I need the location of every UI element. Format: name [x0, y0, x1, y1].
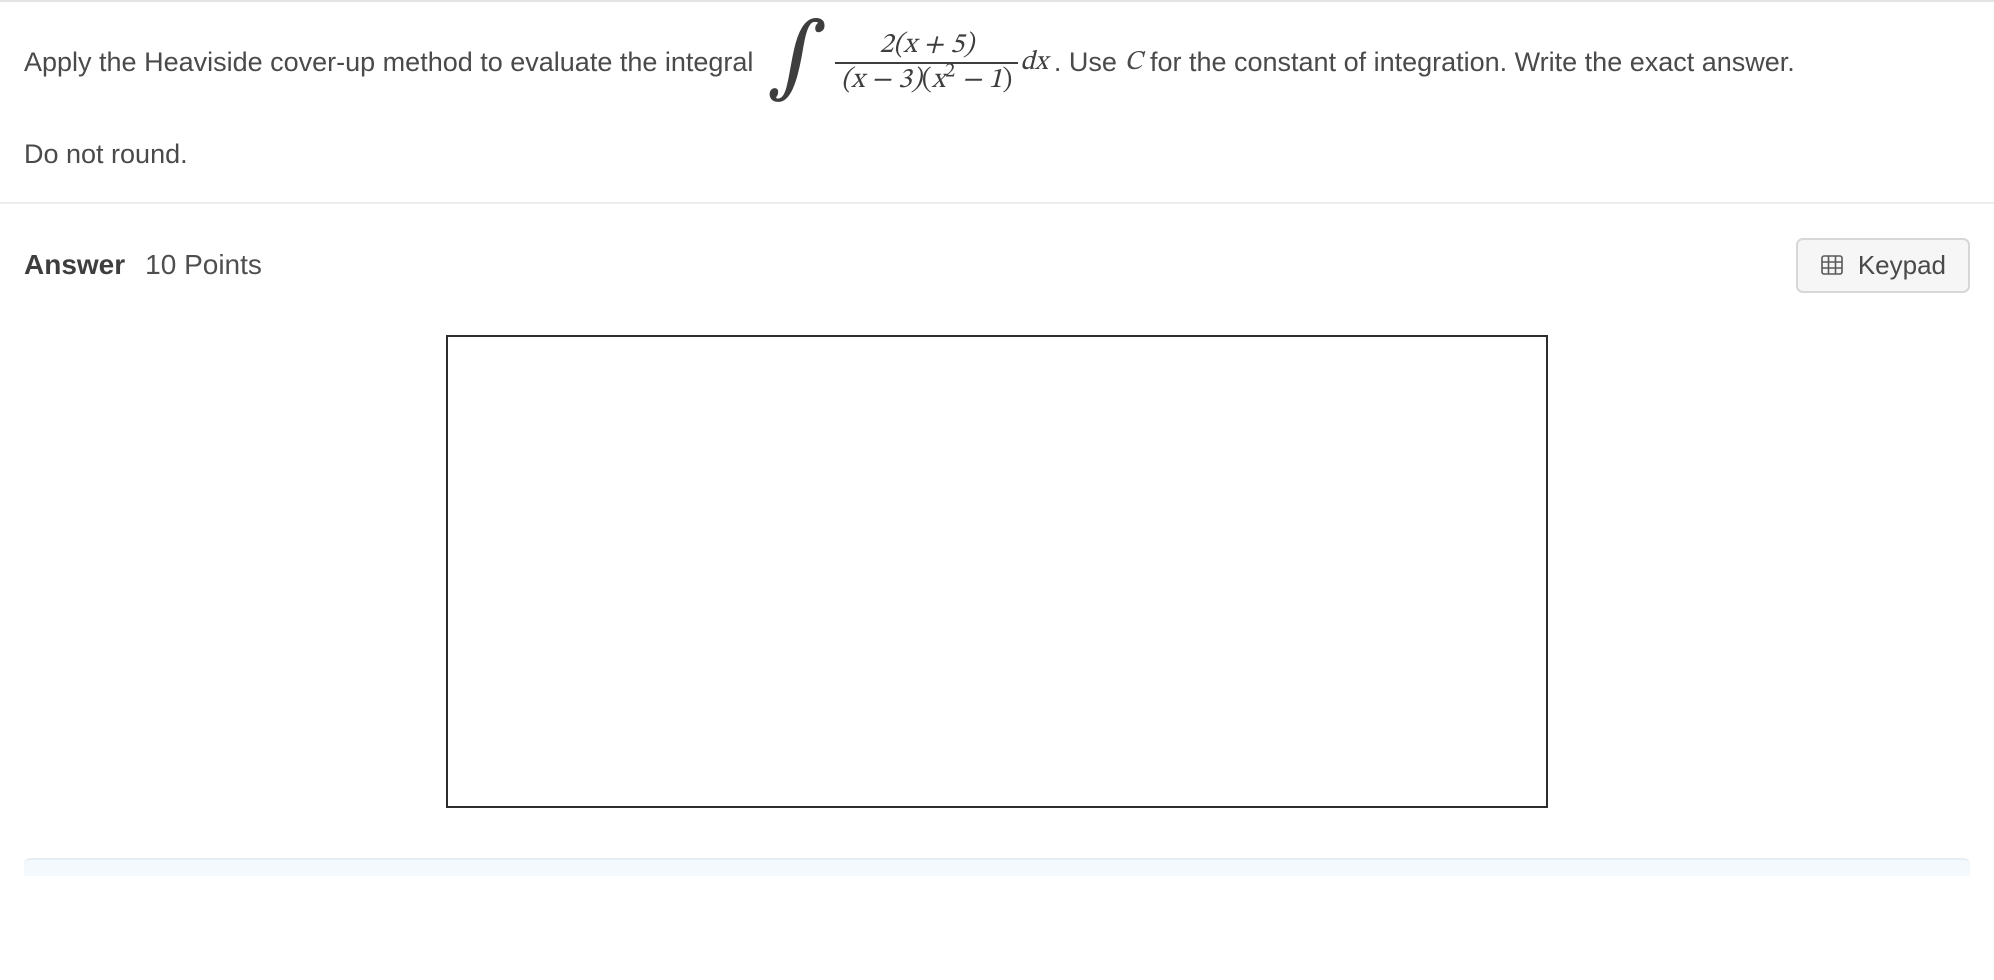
question-lead: Apply the Heaviside cover-up method to e… — [24, 44, 761, 82]
question-after-1: . Use — [1054, 44, 1125, 82]
constant-C: C — [1124, 44, 1142, 82]
answer-input[interactable] — [446, 335, 1548, 808]
keypad-button-label: Keypad — [1858, 250, 1946, 281]
fraction-denominator: (x − 3)(x2 − 1) — [835, 62, 1018, 95]
integral-sign-icon: ∫ — [767, 22, 827, 97]
question-block: Apply the Heaviside cover-up method to e… — [0, 10, 1994, 202]
question-after-2: for the constant of integration. Write t… — [1142, 44, 1794, 82]
question-line-2: Do not round. — [24, 136, 1970, 174]
denom-left: (x − 3) — [841, 66, 922, 94]
answer-header-row: Answer 10 Points Keypad — [0, 204, 1994, 307]
denom-right-tail: − 1 — [955, 66, 1002, 94]
bottom-panel-edge — [24, 858, 1970, 876]
integral-fraction: 2(x + 5) (x − 3)(x2 − 1) — [835, 31, 1018, 96]
question-line-1: Apply the Heaviside cover-up method to e… — [24, 18, 1970, 108]
keypad-icon — [1820, 253, 1844, 277]
answer-points: 10 Points — [145, 249, 262, 281]
denom-right-exp: 2 — [945, 62, 955, 82]
answer-label: Answer — [24, 249, 125, 281]
answer-header-left: Answer 10 Points — [24, 249, 262, 281]
top-divider — [0, 0, 1994, 10]
fraction-numerator: 2(x + 5) — [874, 31, 980, 62]
integral-dx: dx — [1020, 44, 1048, 82]
denom-right-base: x — [932, 66, 945, 94]
integral-expression: ∫ 2(x + 5) (x − 3)(x2 − 1) dx — [767, 18, 1048, 108]
answer-area — [0, 307, 1994, 838]
keypad-button[interactable]: Keypad — [1796, 238, 1970, 293]
